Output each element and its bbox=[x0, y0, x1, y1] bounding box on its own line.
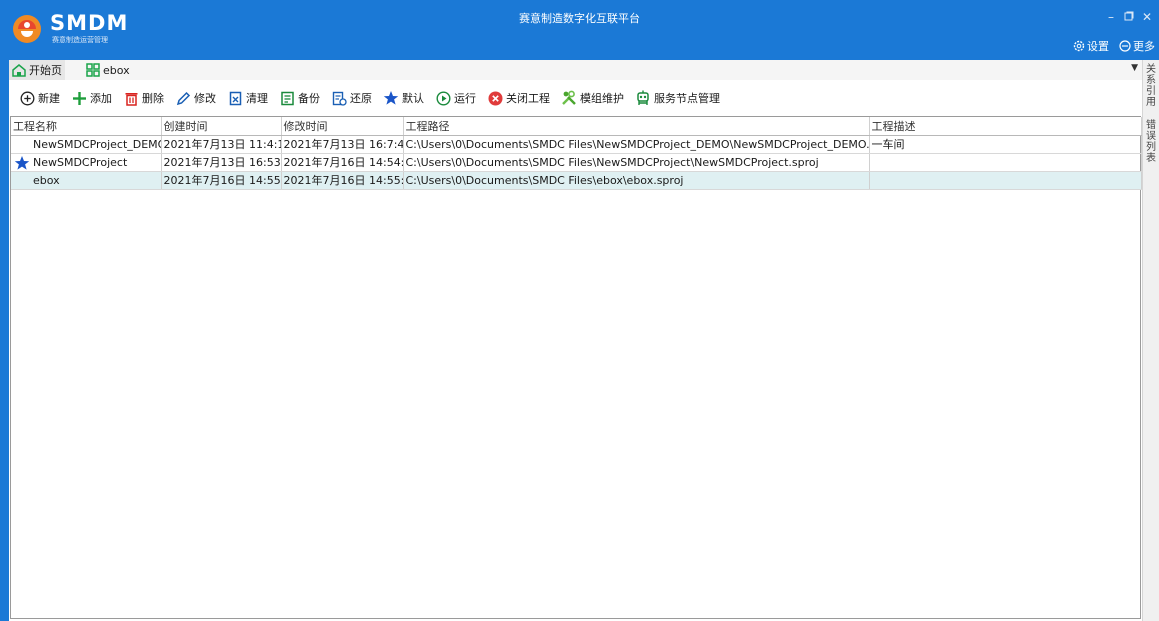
tab-label: 开始页 bbox=[29, 64, 62, 77]
table-row-selected[interactable]: ebox 2021年7月16日 14:55:25 2021年7月16日 14:5… bbox=[11, 171, 1142, 190]
project-name-text: NewSMDCProject bbox=[33, 155, 128, 169]
plus-icon bbox=[71, 90, 87, 106]
maximize-icon[interactable] bbox=[1122, 10, 1136, 24]
restore-label: 还原 bbox=[350, 92, 372, 105]
logo-subtitle: 赛意制造运营管理 bbox=[52, 36, 108, 44]
gear-icon bbox=[1073, 40, 1085, 52]
more-icon bbox=[1119, 40, 1131, 52]
settings-button[interactable]: 设置 bbox=[1073, 38, 1109, 54]
star-icon bbox=[383, 90, 399, 106]
window-title: 赛意制造数字化互联平台 bbox=[519, 12, 640, 25]
document-tab-strip: 开始页 ebox ▼ bbox=[9, 60, 1142, 80]
column-header-modified[interactable]: 修改时间 bbox=[281, 117, 404, 136]
cell-path[interactable]: C:\Users\0\Documents\SMDC Files\NewSMDCP… bbox=[403, 153, 870, 172]
grid-icon bbox=[86, 63, 100, 77]
tools-icon bbox=[561, 90, 577, 106]
tab-label: ebox bbox=[103, 63, 130, 77]
trash-icon bbox=[123, 90, 139, 106]
right-side-panel: 关系引用 错误列表 bbox=[1142, 60, 1159, 621]
column-header-path[interactable]: 工程路径 bbox=[403, 117, 870, 136]
new-label: 新建 bbox=[38, 92, 60, 105]
table-row[interactable]: NewSMDCProject 2021年7月13日 16:53:44 2021年… bbox=[11, 153, 1142, 172]
module-maintain-label: 模组维护 bbox=[580, 92, 624, 105]
pencil-icon bbox=[175, 90, 191, 106]
close-icon[interactable]: ✕ bbox=[1140, 10, 1154, 24]
delete-button[interactable]: 删除 bbox=[123, 90, 164, 106]
project-grid: 工程名称 创建时间 修改时间 工程路径 工程描述 NewSMDCProject_… bbox=[10, 116, 1142, 619]
home-icon bbox=[12, 63, 26, 77]
tab-ebox[interactable]: ebox bbox=[83, 60, 133, 80]
cell-project-name[interactable]: NewSMDCProject_DEMO bbox=[11, 135, 162, 154]
cell-description[interactable] bbox=[869, 153, 1142, 172]
close-project-label: 关闭工程 bbox=[506, 92, 550, 105]
edit-button[interactable]: 修改 bbox=[175, 90, 216, 106]
robot-icon bbox=[635, 90, 651, 106]
cell-created[interactable]: 2021年7月13日 16:53:44 bbox=[161, 153, 282, 172]
grid-header-row: 工程名称 创建时间 修改时间 工程路径 工程描述 bbox=[11, 117, 1142, 136]
cell-description[interactable] bbox=[869, 171, 1142, 190]
cell-modified[interactable]: 2021年7月16日 14:54:52 bbox=[281, 153, 404, 172]
new-button[interactable]: 新建 bbox=[19, 90, 60, 106]
backup-icon bbox=[279, 90, 295, 106]
column-header-name[interactable]: 工程名称 bbox=[11, 117, 162, 136]
cell-modified[interactable]: 2021年7月13日 16:7:48 bbox=[281, 135, 404, 154]
left-frame-border bbox=[0, 60, 9, 621]
project-toolbar: 新建 添加 删除 修改 清理 备份 还原 默认 运行 关闭工程 模组维护 服务节… bbox=[9, 82, 1142, 114]
service-node-button[interactable]: 服务节点管理 bbox=[635, 90, 720, 106]
column-header-created[interactable]: 创建时间 bbox=[161, 117, 282, 136]
add-button[interactable]: 添加 bbox=[71, 90, 112, 106]
cell-created[interactable]: 2021年7月13日 11:4:17 bbox=[161, 135, 282, 154]
backup-button[interactable]: 备份 bbox=[279, 90, 320, 106]
column-header-description[interactable]: 工程描述 bbox=[869, 117, 1142, 136]
minimize-icon[interactable]: – bbox=[1104, 10, 1118, 24]
cell-modified[interactable]: 2021年7月16日 14:55:25 bbox=[281, 171, 404, 190]
set-default-label: 默认 bbox=[402, 92, 424, 105]
title-bar: SMDM 赛意制造运营管理 赛意制造数字化互联平台 – ✕ 设置 更多 bbox=[0, 0, 1159, 60]
side-tab-references[interactable]: 关系引用 bbox=[1146, 64, 1158, 108]
tab-start-page[interactable]: 开始页 bbox=[9, 60, 65, 80]
cell-project-name[interactable]: NewSMDCProject bbox=[11, 153, 162, 172]
default-star-icon bbox=[14, 155, 30, 170]
restore-button[interactable]: 还原 bbox=[331, 90, 372, 106]
play-circle-icon bbox=[435, 90, 451, 106]
settings-label: 设置 bbox=[1087, 40, 1109, 53]
close-circle-icon bbox=[487, 90, 503, 106]
more-button[interactable]: 更多 bbox=[1119, 38, 1155, 54]
cell-created[interactable]: 2021年7月16日 14:55:25 bbox=[161, 171, 282, 190]
side-tab-error-list[interactable]: 错误列表 bbox=[1146, 120, 1158, 164]
clean-icon bbox=[227, 90, 243, 106]
cell-description[interactable]: 一车间 bbox=[869, 135, 1142, 154]
cell-project-name[interactable]: ebox bbox=[11, 171, 162, 190]
plus-circle-icon bbox=[19, 90, 35, 106]
tab-list-dropdown-icon[interactable]: ▼ bbox=[1131, 63, 1138, 73]
backup-label: 备份 bbox=[298, 92, 320, 105]
delete-label: 删除 bbox=[142, 92, 164, 105]
more-label: 更多 bbox=[1133, 40, 1155, 53]
run-label: 运行 bbox=[454, 92, 476, 105]
run-button[interactable]: 运行 bbox=[435, 90, 476, 106]
set-default-button[interactable]: 默认 bbox=[383, 90, 424, 106]
service-node-label: 服务节点管理 bbox=[654, 92, 720, 105]
clean-button[interactable]: 清理 bbox=[227, 90, 268, 106]
table-row[interactable]: NewSMDCProject_DEMO 2021年7月13日 11:4:17 2… bbox=[11, 135, 1142, 154]
cell-path[interactable]: C:\Users\0\Documents\SMDC Files\NewSMDCP… bbox=[403, 135, 870, 154]
close-project-button[interactable]: 关闭工程 bbox=[487, 90, 550, 106]
edit-label: 修改 bbox=[194, 92, 216, 105]
cell-path[interactable]: C:\Users\0\Documents\SMDC Files\ebox\ebo… bbox=[403, 171, 870, 190]
restore-icon bbox=[331, 90, 347, 106]
module-maintain-button[interactable]: 模组维护 bbox=[561, 90, 624, 106]
add-label: 添加 bbox=[90, 92, 112, 105]
clean-label: 清理 bbox=[246, 92, 268, 105]
